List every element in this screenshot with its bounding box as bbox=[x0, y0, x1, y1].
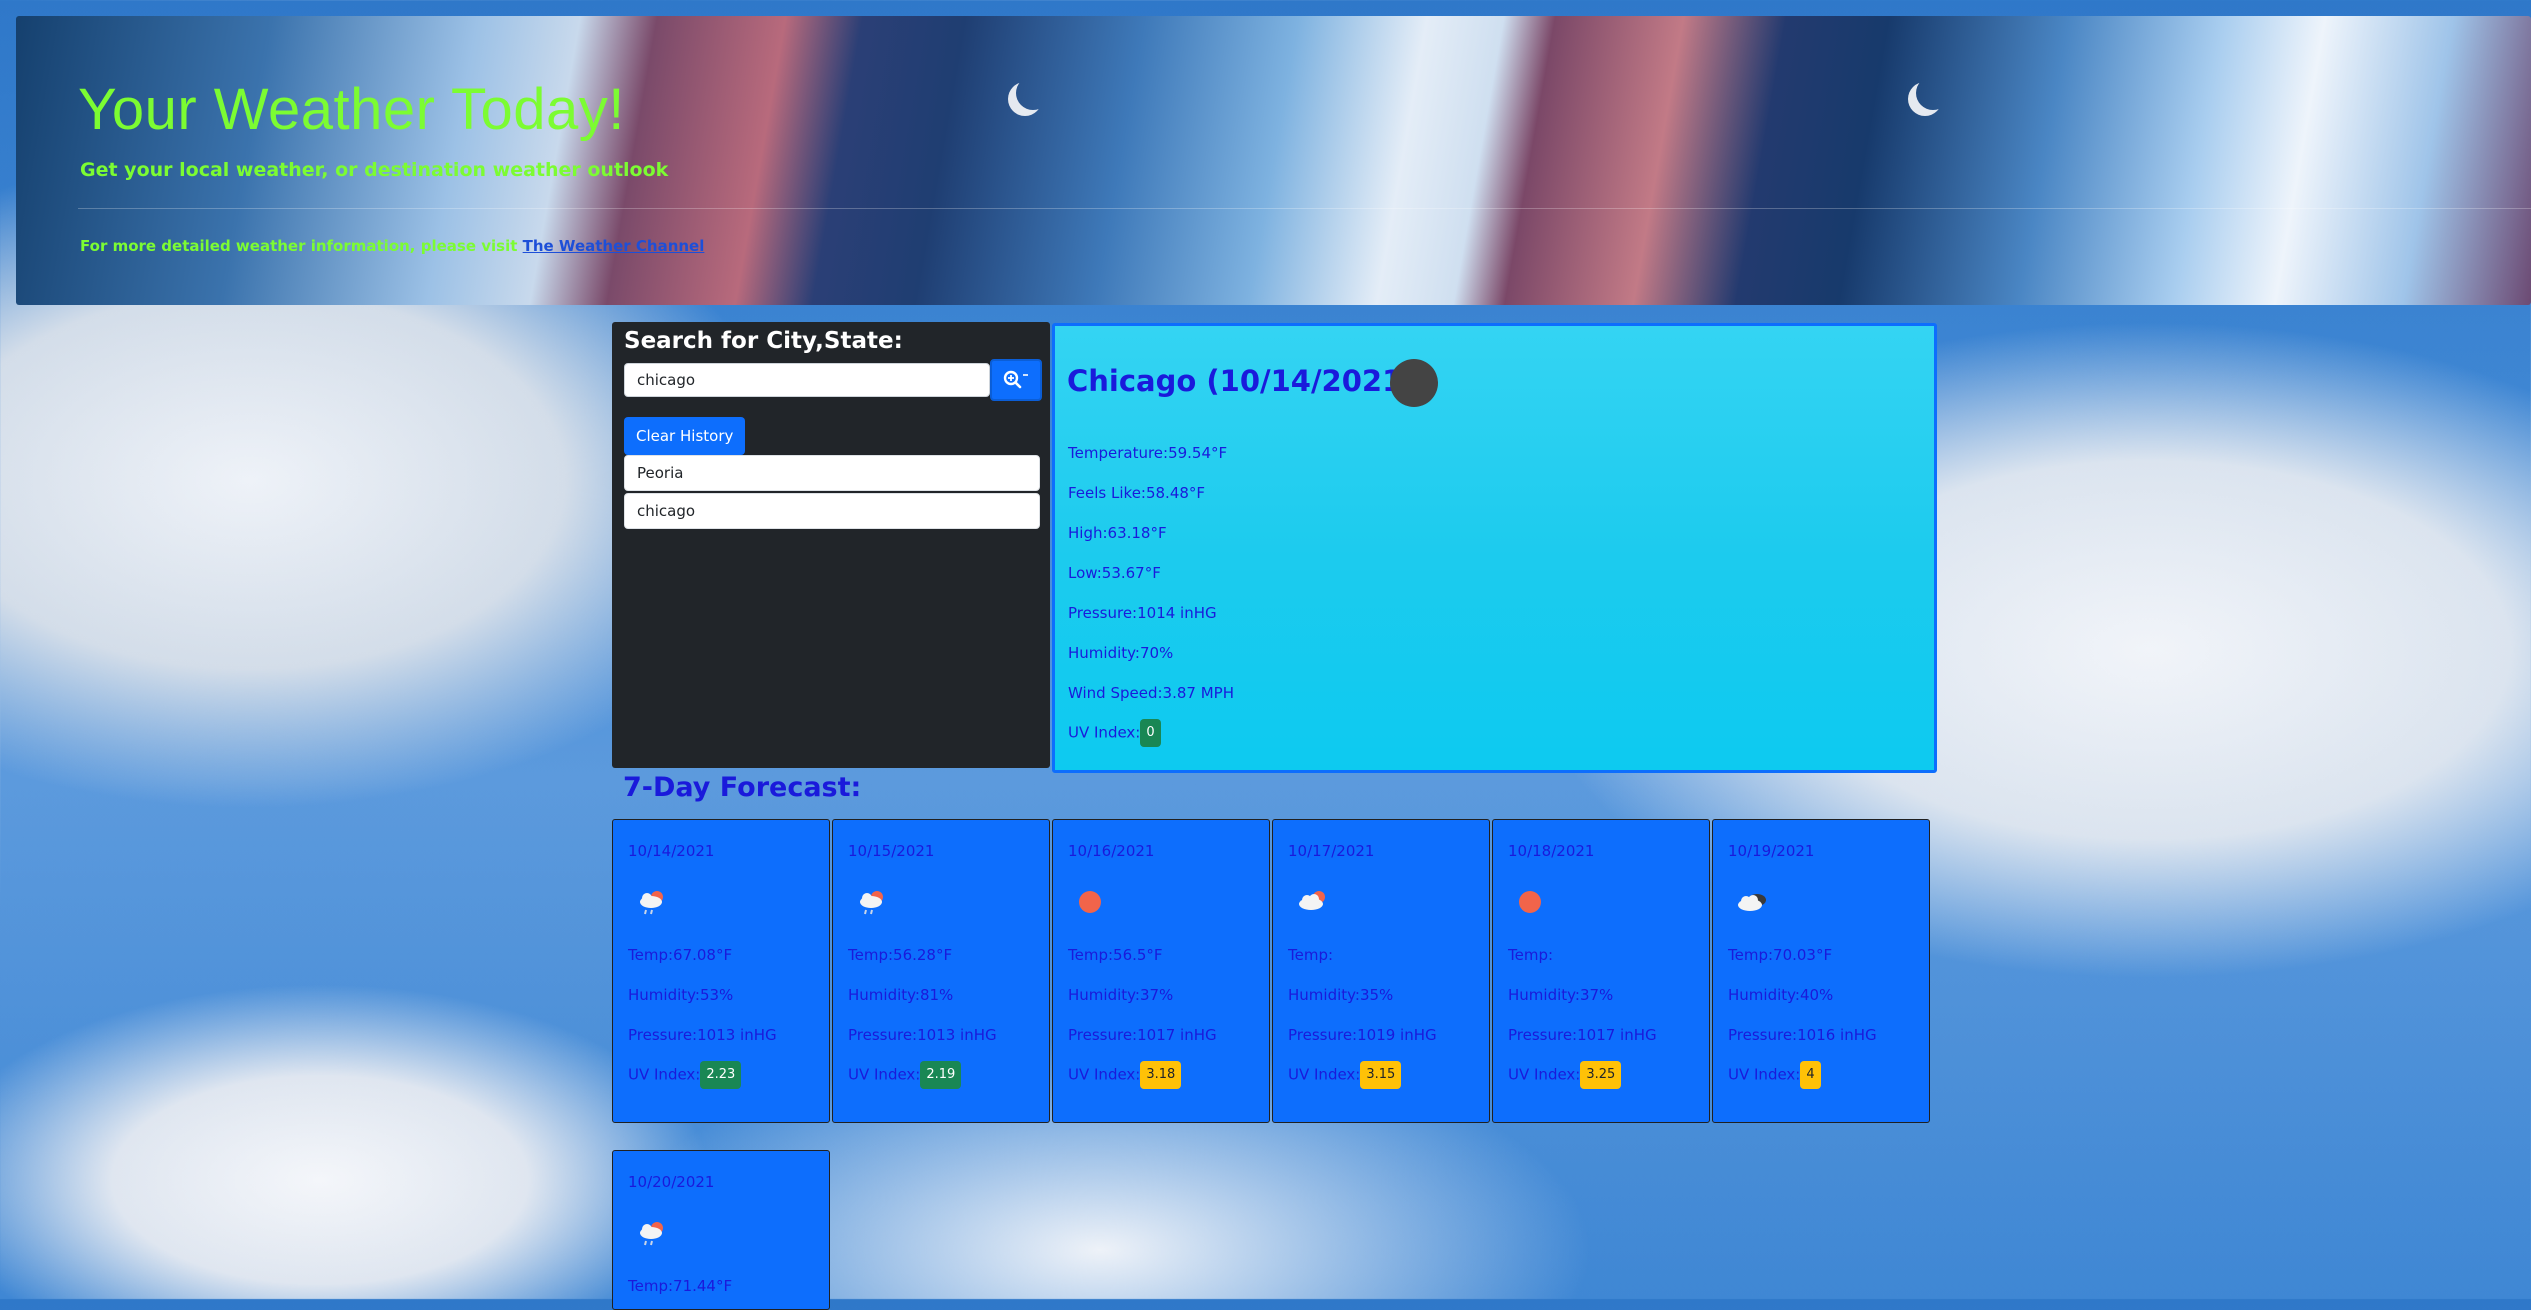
forecast-temp: Temp:67.08°F bbox=[628, 946, 733, 964]
weather-channel-link[interactable]: The Weather Channel bbox=[523, 237, 705, 255]
page-title: Your Weather Today! bbox=[78, 77, 625, 142]
current-low: Low:53.67°F bbox=[1068, 564, 1161, 582]
uv-badge: 3.18 bbox=[1140, 1061, 1182, 1089]
uv-label: UV Index: bbox=[628, 1065, 701, 1084]
uv-badge: 0 bbox=[1140, 719, 1161, 747]
forecast-card: 10/19/2021 Temp:70.03°F Humidity:40% Pre… bbox=[1712, 819, 1930, 1123]
forecast-uv-row: UV Index: 2.19 bbox=[848, 1061, 962, 1089]
forecast-pressure: Pressure:1019 inHG bbox=[1288, 1026, 1437, 1044]
forecast-temp: Temp: bbox=[1508, 946, 1554, 964]
cloud-dark-icon bbox=[1738, 894, 1766, 911]
uv-label: UV Index: bbox=[848, 1065, 921, 1084]
search-heading: Search for City,State: bbox=[624, 328, 903, 354]
forecast-temp: Temp:56.5°F bbox=[1068, 946, 1163, 964]
forecast-humidity: Humidity:53% bbox=[628, 986, 734, 1004]
forecast-pressure: Pressure:1016 inHG bbox=[1728, 1026, 1877, 1044]
forecast-pressure: Pressure:1013 inHG bbox=[628, 1026, 777, 1044]
forecast-date: 10/15/2021 bbox=[848, 842, 935, 860]
cloud-rain-sun-icon bbox=[860, 891, 883, 915]
forecast-temp: Temp:71.44°F bbox=[628, 1277, 733, 1295]
page-subtitle: Get your local weather, or destination w… bbox=[80, 159, 669, 181]
forecast-humidity: Humidity:81% bbox=[848, 986, 954, 1004]
search-input[interactable] bbox=[624, 363, 990, 397]
cloud-rain-sun-icon bbox=[640, 1222, 663, 1246]
weather-icon bbox=[1390, 359, 1438, 407]
current-high: High:63.18°F bbox=[1068, 524, 1167, 542]
forecast-date: 10/18/2021 bbox=[1508, 842, 1595, 860]
uv-label: UV Index: bbox=[1068, 723, 1141, 742]
history-item[interactable]: Peoria bbox=[624, 455, 1040, 491]
moon-decoration-icon bbox=[1916, 76, 1950, 110]
forecast-humidity: Humidity:40% bbox=[1728, 986, 1834, 1004]
current-weather-panel: Chicago (10/14/2021) Temperature:59.54°F… bbox=[1052, 323, 1937, 773]
history-item[interactable]: chicago bbox=[624, 493, 1040, 529]
uv-badge: 4 bbox=[1800, 1061, 1821, 1089]
clear-history-button[interactable]: Clear History bbox=[624, 417, 746, 455]
uv-label: UV Index: bbox=[1068, 1065, 1141, 1084]
current-wind-speed: Wind Speed:3.87 MPH bbox=[1068, 684, 1234, 702]
moon-decoration-icon bbox=[1016, 76, 1050, 110]
forecast-humidity: Humidity:37% bbox=[1068, 986, 1174, 1004]
uv-label: UV Index: bbox=[1508, 1065, 1581, 1084]
forecast-temp: Temp:70.03°F bbox=[1728, 946, 1833, 964]
current-temperature: Temperature:59.54°F bbox=[1068, 444, 1228, 462]
forecast-uv-row: UV Index: 2.23 bbox=[628, 1061, 742, 1089]
forecast-card: 10/18/2021 Temp: Humidity:37% Pressure:1… bbox=[1492, 819, 1710, 1123]
uv-label: UV Index: bbox=[1728, 1065, 1801, 1084]
forecast-date: 10/20/2021 bbox=[628, 1173, 715, 1191]
forecast-card: 10/16/2021 Temp:56.5°F Humidity:37% Pres… bbox=[1052, 819, 1270, 1123]
forecast-uv-row: UV Index: 3.18 bbox=[1068, 1061, 1182, 1089]
forecast-uv-row: UV Index: 3.15 bbox=[1288, 1061, 1402, 1089]
forecast-card: 10/20/2021 Temp:71.44°F bbox=[612, 1150, 830, 1310]
cloud-rain-sun-icon bbox=[640, 891, 663, 915]
uv-badge: 2.19 bbox=[920, 1061, 962, 1089]
uv-label: UV Index: bbox=[1288, 1065, 1361, 1084]
forecast-uv-row: UV Index: 4 bbox=[1728, 1061, 1821, 1089]
sun-icon bbox=[1519, 891, 1541, 913]
forecast-card: 10/14/2021 Temp:67.08°F Humidity:53% Pre… bbox=[612, 819, 830, 1123]
forecast-humidity: Humidity:37% bbox=[1508, 986, 1614, 1004]
forecast-temp: Temp:56.28°F bbox=[848, 946, 953, 964]
forecast-card: 10/15/2021 Temp:56.28°F Humidity:81% Pre… bbox=[832, 819, 1050, 1123]
city-date-heading: Chicago (10/14/2021) bbox=[1067, 364, 1416, 398]
forecast-pressure: Pressure:1013 inHG bbox=[848, 1026, 997, 1044]
sun-icon bbox=[1079, 891, 1101, 913]
forecast-pressure: Pressure:1017 inHG bbox=[1508, 1026, 1657, 1044]
search-button[interactable] bbox=[990, 359, 1042, 401]
header-banner: Your Weather Today! Get your local weath… bbox=[16, 16, 2531, 305]
header-divider bbox=[78, 208, 2531, 209]
forecast-pressure: Pressure:1017 inHG bbox=[1068, 1026, 1217, 1044]
forecast-date: 10/17/2021 bbox=[1288, 842, 1375, 860]
forecast-date: 10/14/2021 bbox=[628, 842, 715, 860]
search-panel: Search for City,State: Clear History Peo… bbox=[612, 322, 1050, 768]
more-info-text: For more detailed weather information, p… bbox=[80, 237, 704, 255]
forecast-temp: Temp: bbox=[1288, 946, 1334, 964]
forecast-card: 10/17/2021 Temp: Humidity:35% Pressure:1… bbox=[1272, 819, 1490, 1123]
uv-badge: 3.25 bbox=[1580, 1061, 1622, 1089]
current-pressure: Pressure:1014 inHG bbox=[1068, 604, 1217, 622]
current-feels-like: Feels Like:58.48°F bbox=[1068, 484, 1206, 502]
forecast-humidity: Humidity:35% bbox=[1288, 986, 1394, 1004]
forecast-heading: 7-Day Forecast: bbox=[623, 772, 862, 803]
more-info-prefix: For more detailed weather information, p… bbox=[80, 237, 518, 255]
forecast-date: 10/16/2021 bbox=[1068, 842, 1155, 860]
uv-badge: 3.15 bbox=[1360, 1061, 1402, 1089]
current-uv-row: UV Index: 0 bbox=[1068, 719, 1161, 747]
uv-badge: 2.23 bbox=[700, 1061, 742, 1089]
search-zoom-icon bbox=[1003, 370, 1028, 389]
cloud-sun-icon bbox=[1299, 891, 1325, 910]
current-humidity: Humidity:70% bbox=[1068, 644, 1174, 662]
forecast-date: 10/19/2021 bbox=[1728, 842, 1815, 860]
forecast-uv-row: UV Index: 3.25 bbox=[1508, 1061, 1622, 1089]
